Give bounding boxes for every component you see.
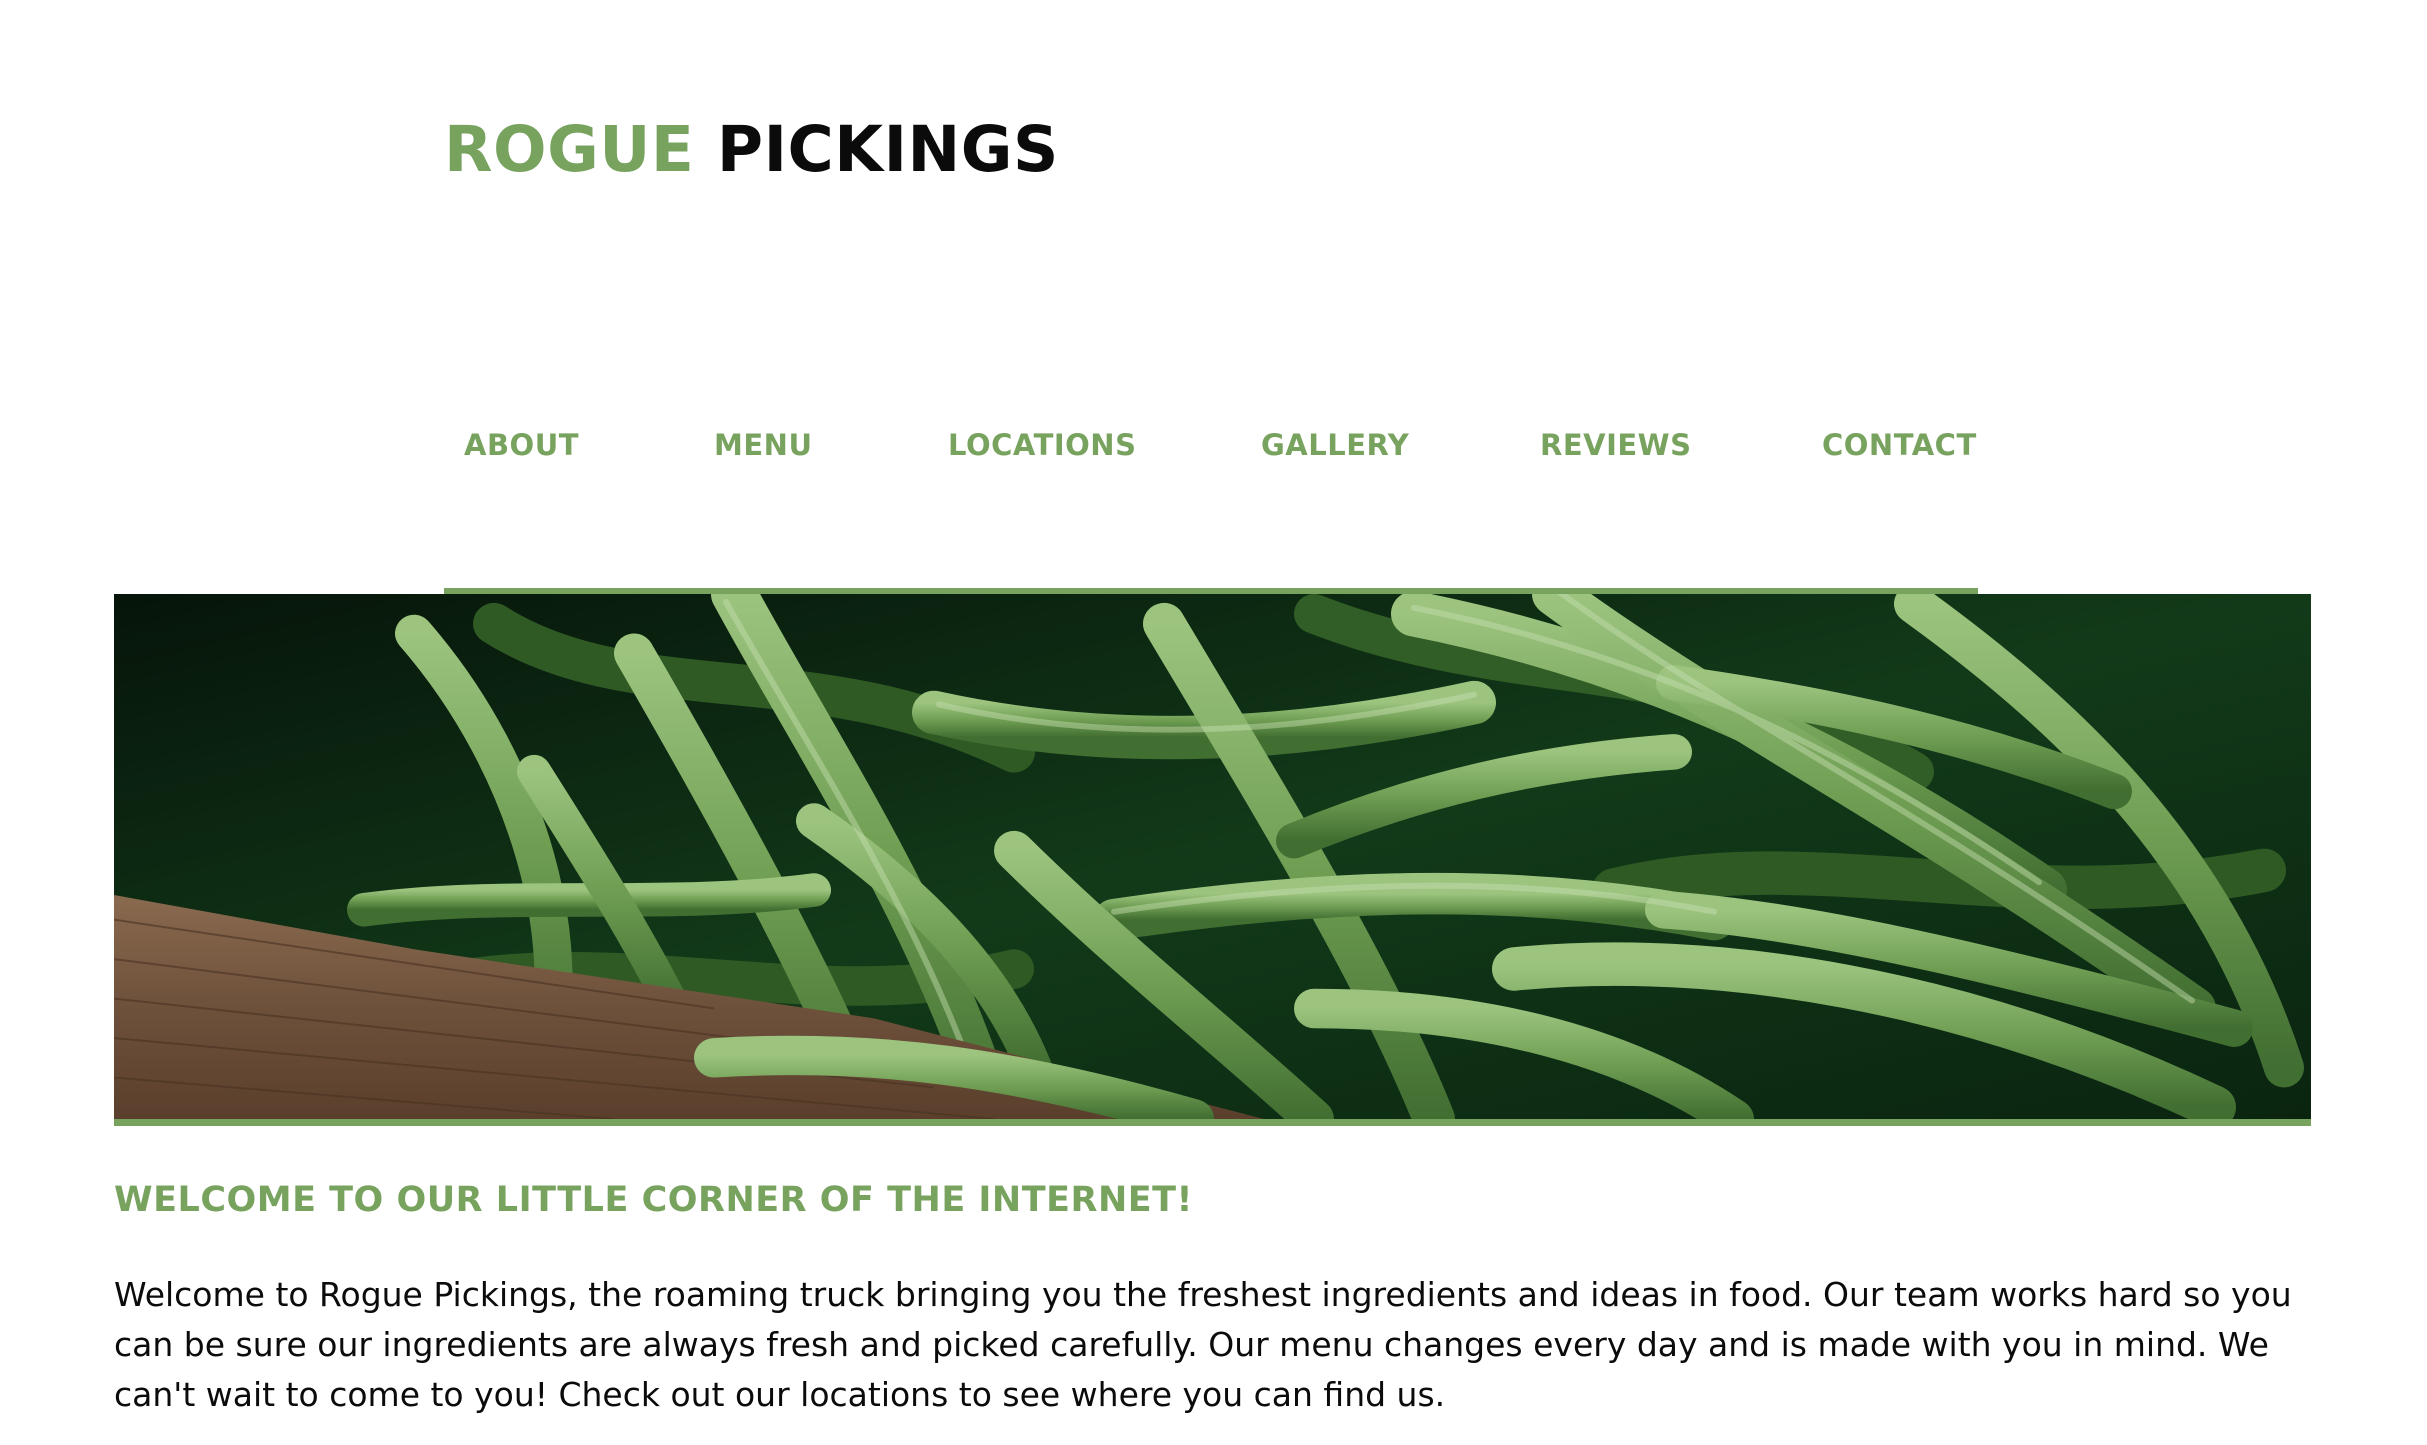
nav-item-about[interactable]: ABOUT (464, 428, 579, 462)
main-nav: ABOUT MENU LOCATIONS GALLERY REVIEWS CON… (444, 410, 1978, 594)
hero-image (114, 594, 2311, 1126)
green-beans-image (114, 594, 2311, 1119)
logo-word-rogue: ROGUE (444, 113, 695, 186)
page: ROGUE PICKINGS ABOUT MENU LOCATIONS GALL… (0, 0, 2427, 1445)
logo-word-pickings: PICKINGS (716, 113, 1059, 186)
nav-item-gallery[interactable]: GALLERY (1261, 428, 1409, 462)
nav-item-contact[interactable]: CONTACT (1822, 428, 1977, 462)
intro-paragraph: Welcome to Rogue Pickings, the roaming t… (114, 1275, 2292, 1414)
nav-item-locations[interactable]: LOCATIONS (948, 428, 1136, 462)
site-logo[interactable]: ROGUE PICKINGS (444, 112, 1059, 188)
nav-item-menu[interactable]: MENU (714, 428, 813, 462)
nav-item-reviews[interactable]: REVIEWS (1540, 428, 1692, 462)
welcome-heading: WELCOME TO OUR LITTLE CORNER OF THE INTE… (114, 1180, 1193, 1220)
